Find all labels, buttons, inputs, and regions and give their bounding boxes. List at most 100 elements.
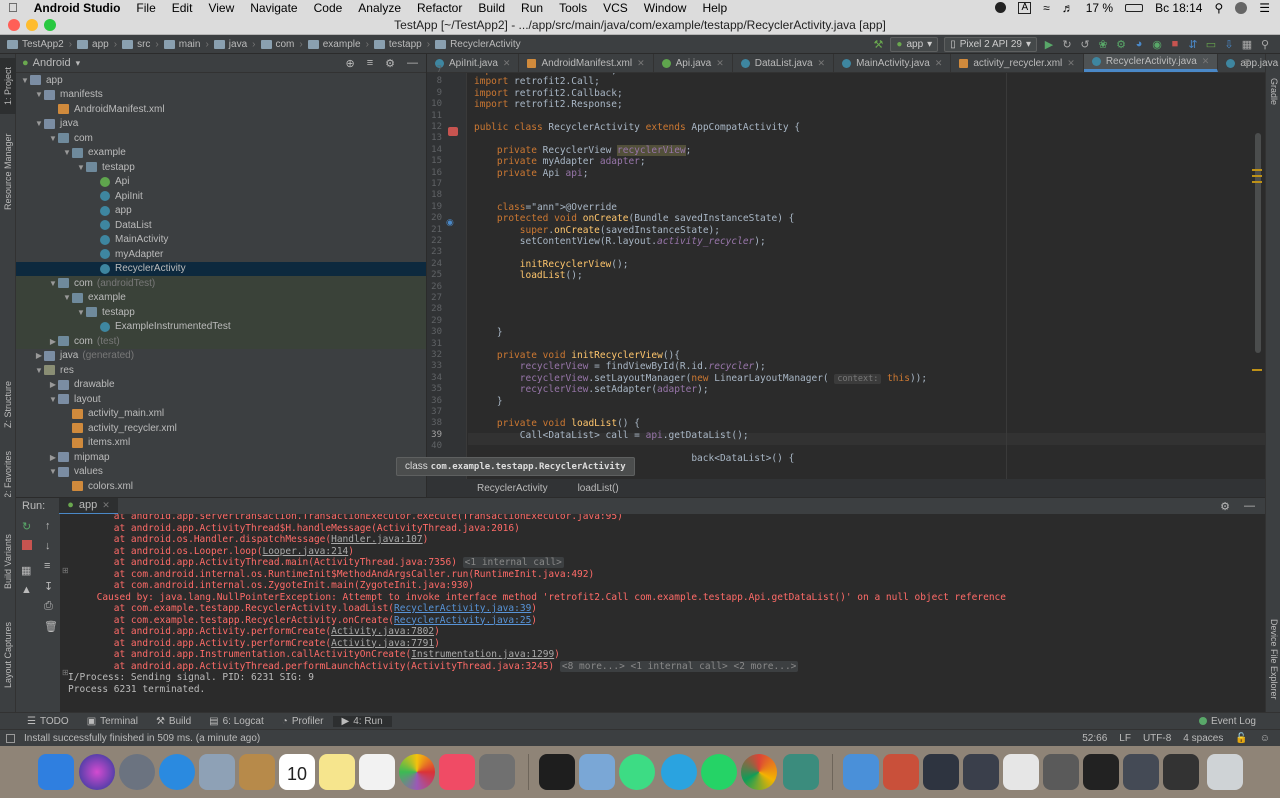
line-separator[interactable]: LF (1119, 733, 1131, 744)
chevron-down-icon[interactable]: ▼ (62, 293, 72, 302)
tree-node[interactable]: ▼ testapp (16, 305, 426, 320)
stack-trace-link[interactable]: Activity.java:7802 (331, 626, 434, 637)
hide-panel-icon[interactable]: — (407, 57, 418, 70)
chevron-down-icon[interactable]: ▼ (76, 163, 86, 172)
close-tab-icon[interactable]: ✕ (1067, 58, 1075, 69)
close-tab-icon[interactable]: ✕ (503, 58, 511, 69)
soft-wrap-icon[interactable]: ≡ (44, 560, 50, 572)
menu-vcs[interactable]: VCS (595, 1, 636, 15)
trash-icon[interactable]: 🗑 (44, 620, 58, 633)
volume-icon[interactable]: ♬ (1062, 1, 1074, 15)
sdk-manager-icon[interactable]: ⇩ (1220, 37, 1238, 52)
tree-node[interactable]: ▼ java (16, 117, 426, 132)
tool-window-device-file-explorer[interactable]: Device File Explorer (1267, 609, 1280, 709)
stop-icon[interactable] (22, 540, 32, 550)
input-source-indicator[interactable]: A (1018, 1, 1032, 14)
window-thumbnail-icon[interactable] (1003, 754, 1039, 790)
close-tab-icon[interactable]: ✕ (818, 58, 826, 69)
menu-edit[interactable]: Edit (164, 1, 201, 15)
tool-button-build[interactable]: ⚒ Build (147, 716, 200, 727)
breadcrumb-item[interactable]: com (258, 39, 298, 50)
android-studio-icon[interactable] (619, 754, 655, 790)
breadcrumb-item[interactable]: java (211, 39, 250, 50)
project-view-select[interactable]: Android (33, 57, 71, 69)
tree-node[interactable]: ▼ layout (16, 392, 426, 407)
tree-node[interactable]: ▼ manifests (16, 88, 426, 103)
breadcrumb-item[interactable]: app (74, 39, 112, 50)
menu-run[interactable]: Run (513, 1, 551, 15)
file-encoding[interactable]: UTF-8 (1143, 733, 1171, 744)
tree-node[interactable]: DataList (16, 218, 426, 233)
breadcrumb-item[interactable]: RecyclerActivity (432, 39, 524, 50)
run-config-select[interactable]: ● app ▾ (890, 36, 939, 52)
coverage-icon[interactable]: ◉ (1148, 37, 1166, 52)
tree-node[interactable]: ▼ res (16, 363, 426, 378)
tree-node[interactable]: ▼ values (16, 465, 426, 480)
profiler-icon[interactable]: ◕ (1130, 37, 1148, 52)
battery-percent[interactable]: 17 % (1086, 1, 1113, 15)
tree-node[interactable]: ▼ example (16, 290, 426, 305)
editor-tab[interactable]: DataList.java ✕ (733, 54, 835, 72)
system-preferences-icon[interactable] (479, 754, 515, 790)
tree-node[interactable]: Api (16, 175, 426, 190)
chevron-down-icon[interactable]: ▼ (48, 395, 58, 404)
tree-node[interactable]: ▶ drawable (16, 378, 426, 393)
editor-tab[interactable]: Api.java ✕ (654, 54, 733, 72)
menu-analyze[interactable]: Analyze (350, 1, 409, 15)
tree-node[interactable]: RecyclerActivity (16, 261, 426, 276)
restore-layout-icon[interactable]: ▦ (21, 564, 31, 577)
telegram-icon[interactable] (661, 754, 697, 790)
window-thumbnail-icon[interactable] (923, 754, 959, 790)
gear-icon[interactable]: ⚙ (385, 57, 395, 70)
run-tab-app[interactable]: ● app ✕ (59, 497, 118, 515)
tree-node[interactable]: activity_main.xml (16, 407, 426, 422)
chevron-down-icon[interactable]: ▼ (34, 90, 44, 99)
avd-manager-icon[interactable]: ▭ (1202, 37, 1220, 52)
arrow-up-icon[interactable]: ↑ (45, 520, 51, 532)
chevron-down-icon[interactable]: ▼ (62, 148, 72, 157)
window-thumbnail-icon[interactable] (1123, 754, 1159, 790)
menu-view[interactable]: View (200, 1, 242, 15)
whatsapp-icon[interactable] (701, 754, 737, 790)
editor-tab[interactable]: AndroidManifest.xml ✕ (519, 54, 654, 72)
collapse-all-icon[interactable]: ≡ (367, 57, 373, 70)
apply-code-changes-icon[interactable]: ↺ (1076, 37, 1094, 52)
indent-setting[interactable]: 4 spaces (1183, 733, 1223, 744)
chevron-down-icon[interactable]: ▼ (48, 134, 58, 143)
menu-help[interactable]: Help (694, 1, 735, 15)
safari-icon[interactable] (159, 754, 195, 790)
caret-position[interactable]: 52:66 (1082, 733, 1107, 744)
editor-scrollbar[interactable] (1252, 73, 1262, 479)
menu-refactor[interactable]: Refactor (409, 1, 470, 15)
menu-tools[interactable]: Tools (551, 1, 595, 15)
pin-tab-icon[interactable]: ▲ (21, 584, 32, 596)
status-toggle-icon[interactable] (6, 733, 15, 743)
status-message[interactable]: Install successfully finished in 509 ms.… (24, 733, 260, 744)
locate-icon[interactable]: ⊕ (345, 57, 354, 70)
folded-frames[interactable]: <1 internal call> (462, 557, 564, 568)
terminal-icon[interactable] (539, 754, 575, 790)
image-capture-icon[interactable] (579, 754, 615, 790)
rerun-icon[interactable]: ↻ (22, 520, 31, 533)
editor-tab[interactable]: MainActivity.java ✕ (834, 54, 952, 72)
menu-code[interactable]: Code (306, 1, 351, 15)
menu-window[interactable]: Window (636, 1, 695, 15)
zoom-window-button[interactable] (44, 19, 56, 31)
stack-trace-link[interactable]: Handler.java:107 (331, 534, 423, 545)
chevron-down-icon[interactable]: ▾ (76, 58, 81, 69)
tree-node[interactable]: ▼ com (16, 131, 426, 146)
trash-icon[interactable] (1207, 754, 1243, 790)
breadcrumb-item[interactable]: testapp (371, 39, 425, 50)
editor-tab[interactable]: activity_recycler.xml ✕ (951, 54, 1084, 72)
chevron-down-icon[interactable]: ▼ (20, 76, 30, 85)
close-tab-icon[interactable]: ✕ (935, 58, 943, 69)
tree-node[interactable]: ExampleInstrumentedTest (16, 319, 426, 334)
menu-app-name[interactable]: Android Studio (26, 1, 129, 15)
preview-icon[interactable] (199, 754, 235, 790)
apply-changes-icon[interactable]: ↻ (1058, 37, 1076, 52)
folded-frames[interactable]: <8 more...> <1 internal call> <2 more...… (559, 660, 799, 672)
breadcrumb-item[interactable]: src (119, 39, 153, 50)
tool-button-terminal[interactable]: ▣ Terminal (78, 716, 147, 727)
event-log-button[interactable]: Event Log (1198, 716, 1280, 727)
sync-gradle-icon[interactable]: ⇵ (1184, 37, 1202, 52)
